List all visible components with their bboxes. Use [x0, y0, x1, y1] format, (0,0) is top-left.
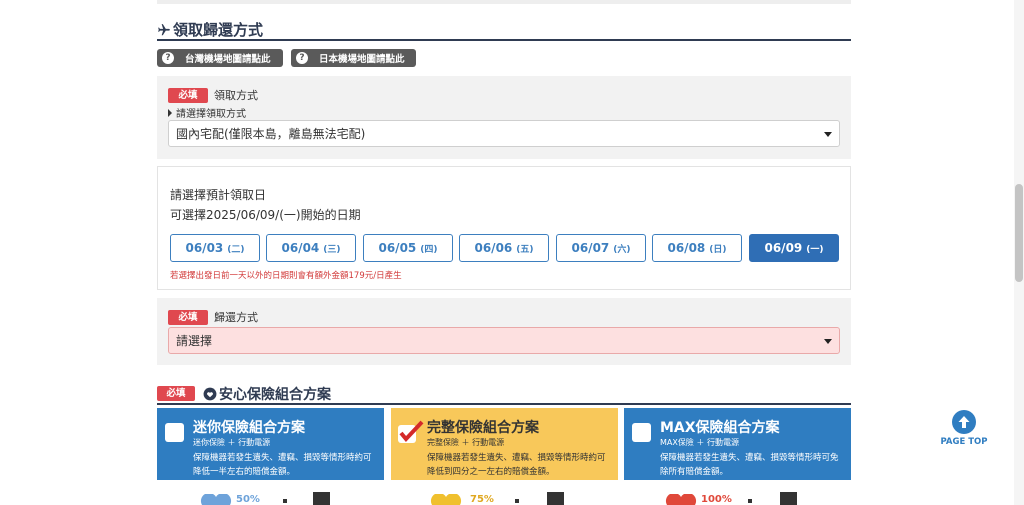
pickup-hint-text: 請選擇領取方式 [176, 109, 246, 120]
date-button[interactable]: 06/07 (六) [556, 234, 646, 262]
date-label: 06/07 [571, 241, 610, 255]
plan-title: 迷你保險組合方案 [193, 420, 305, 436]
plan-subtitle: 迷你保險 ＋ 行動電源 [193, 438, 271, 447]
plan-percent: 100% [701, 494, 732, 505]
pickup-section-title: 領取歸還方式 [157, 20, 851, 41]
japan-map-button[interactable]: ? 日本機場地圖請點此 [291, 49, 416, 67]
date-button[interactable]: 06/04 (三) [266, 234, 356, 262]
battery-icon [748, 499, 752, 503]
plan-title: 完整保險組合方案 [427, 420, 539, 436]
plan-subtitle: 完整保險 ＋ 行動電源 [427, 438, 505, 447]
pickup-date-panel: 請選擇預計領取日 可選擇2025/06/09/(一)開始的日期 06/03 (二)… [157, 166, 851, 290]
weekday-label: (六) [613, 244, 631, 255]
date-label: 06/08 [667, 241, 706, 255]
device-icon [313, 492, 330, 505]
weekday-label: (一) [806, 244, 824, 255]
return-method-label: 歸還方式 [214, 311, 258, 324]
plan-percent: 75% [470, 494, 494, 505]
plan-description: 保障機器若發生遺失、遭竊、損毀等情形時可免除所有賠償金額。 [660, 453, 839, 477]
insurance-plan-full[interactable]: 完整保險組合方案 完整保險 ＋ 行動電源 保障機器若發生遺失、遭竊、損毀等情形時… [391, 408, 618, 505]
plan-title: MAX保險組合方案 [660, 420, 780, 436]
pickup-method-value: 國內宅配(僅限本島，離島無法宅配) [176, 127, 366, 141]
required-badge: 必填 [168, 87, 208, 103]
date-label: 06/06 [474, 241, 513, 255]
battery-icon [283, 499, 287, 503]
plan-checkbox[interactable] [165, 423, 184, 442]
caret-down-icon [824, 339, 832, 344]
page-top-label: PAGE TOP [940, 437, 988, 447]
plan-description: 保障機器若發生遺失、遭竊、損毀等情形時約可降低到四分之一左右的賠償金額。 [427, 453, 606, 477]
date-button[interactable]: 06/09 (一) [749, 234, 839, 262]
plan-checkbox[interactable] [632, 423, 651, 442]
date-label: 06/03 [185, 241, 224, 255]
pickup-method-label: 領取方式 [214, 89, 258, 102]
pickup-method-panel: 必填 領取方式 請選擇領取方式 國內宅配(僅限本島，離島無法宅配) [157, 76, 851, 159]
return-method-panel: 必填 歸還方式 請選擇 [157, 298, 851, 365]
date-button[interactable]: 06/03 (二) [170, 234, 260, 262]
pickup-method-select[interactable]: 國內宅配(僅限本島，離島無法宅配) [168, 120, 840, 147]
weekday-label: (五) [516, 244, 534, 255]
device-icon [547, 492, 564, 505]
question-icon: ? [296, 52, 308, 64]
arrow-up-icon [952, 410, 976, 434]
scrollbar-thumb[interactable] [1015, 184, 1023, 282]
date-button[interactable]: 06/05 (四) [363, 234, 453, 262]
plan-description: 保障機器若發生遺失、遭竊、損毀等情形時約可降低一半左右的賠償金額。 [193, 453, 372, 477]
pickup-date-heading: 請選擇預計領取日 [170, 188, 267, 202]
return-method-select[interactable]: 請選擇 [168, 327, 840, 354]
battery-icon [515, 499, 519, 503]
heart-check-icon [203, 387, 217, 400]
pickup-date-available: 可選擇2025/06/09/(一)開始的日期 [170, 208, 361, 222]
date-label: 06/05 [378, 241, 417, 255]
pickup-section-title-text: 領取歸還方式 [173, 21, 264, 39]
airplane-icon [158, 23, 170, 35]
extra-fee-note: 若選擇出發日前一天以外的日期則會有額外金額179元/日產生 [170, 271, 402, 281]
insurance-plan-mini[interactable]: 迷你保險組合方案 迷你保險 ＋ 行動電源 保障機器若發生遺失、遭竊、損毀等情形時… [157, 408, 384, 505]
pickup-hint: 請選擇領取方式 [168, 105, 246, 120]
weekday-label: (日) [709, 244, 727, 255]
caret-down-icon [824, 132, 832, 137]
heart-icon [665, 494, 697, 505]
device-icon [780, 492, 797, 505]
top-strip [157, 0, 851, 4]
weekday-label: (二) [227, 244, 245, 255]
weekday-label: (四) [420, 244, 438, 255]
heart-icon [430, 494, 462, 505]
weekday-label: (三) [323, 244, 341, 255]
required-badge: 必填 [157, 386, 195, 401]
japan-map-label: 日本機場地圖請點此 [319, 54, 405, 65]
required-badge: 必填 [168, 309, 208, 325]
heart-icon [200, 494, 232, 505]
triangle-right-icon [168, 108, 172, 117]
insurance-plan-max[interactable]: MAX保險組合方案 MAX保險 ＋ 行動電源 保障機器若發生遺失、遭竊、損毀等情… [624, 408, 851, 505]
insurance-title-text: 安心保險組合方案 [219, 386, 331, 403]
date-label: 06/04 [281, 241, 320, 255]
return-method-value: 請選擇 [176, 334, 213, 348]
insurance-section-title: 必填 安心保險組合方案 [157, 384, 851, 405]
date-button[interactable]: 06/08 (日) [652, 234, 742, 262]
taiwan-map-button[interactable]: ? 台灣機場地圖請點此 [157, 49, 283, 67]
date-button[interactable]: 06/06 (五) [459, 234, 549, 262]
page-top-button[interactable]: PAGE TOP [938, 410, 990, 447]
plan-subtitle: MAX保險 ＋ 行動電源 [660, 438, 739, 447]
plan-percent: 50% [236, 494, 260, 505]
checkbox-checked-icon[interactable] [397, 420, 424, 444]
taiwan-map-label: 台灣機場地圖請點此 [185, 54, 271, 65]
question-icon: ? [162, 52, 174, 64]
date-label: 06/09 [764, 241, 803, 255]
